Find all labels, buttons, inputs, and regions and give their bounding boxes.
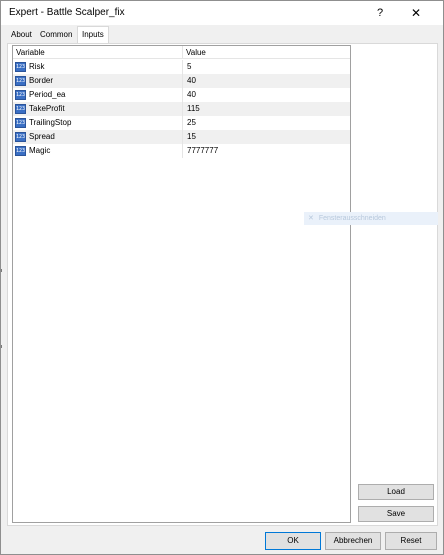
variable-type-icon: 123 (15, 90, 26, 100)
table-row[interactable]: 123 Risk 5 (13, 60, 350, 74)
variable-name: Border (29, 76, 54, 85)
edge-divider (1, 345, 2, 348)
variable-type-icon: 123 (15, 76, 26, 86)
variable-name: Risk (29, 62, 45, 71)
inputs-tab-panel: Variable Value 123 Risk 5 123 Border 40 (7, 43, 438, 526)
variable-cell: 123 TakeProfit (13, 102, 183, 116)
variable-type-icon: 123 (15, 118, 26, 128)
tab-common[interactable]: Common (36, 28, 76, 43)
variable-value[interactable]: 25 (187, 116, 196, 130)
tab-about[interactable]: About (7, 28, 36, 43)
title-bar[interactable]: Expert - Battle Scalper_fix ? ✕ (1, 1, 443, 25)
help-button[interactable]: ? (365, 1, 395, 25)
ghost-tooltip-text: Fensterausschneiden (318, 215, 386, 222)
variable-cell: 123 Risk (13, 60, 183, 74)
variable-name: Spread (29, 132, 55, 141)
table-row[interactable]: 123 TrailingStop 25 (13, 116, 350, 130)
close-icon: ✕ (308, 215, 314, 222)
close-button[interactable]: ✕ (401, 1, 431, 25)
variable-value[interactable]: 115 (187, 102, 200, 116)
tab-strip: About Common Inputs (7, 26, 437, 43)
tab-inputs[interactable]: Inputs (77, 26, 109, 43)
table-row[interactable]: 123 Border 40 (13, 74, 350, 88)
variable-value[interactable]: 5 (187, 60, 191, 74)
inputs-table: Variable Value 123 Risk 5 123 Border 40 (12, 45, 351, 523)
variable-value[interactable]: 40 (187, 88, 196, 102)
ok-button[interactable]: OK (265, 532, 321, 550)
expert-dialog: Expert - Battle Scalper_fix ? ✕ About Co… (0, 0, 444, 555)
table-header: Variable Value (13, 46, 350, 59)
cancel-button[interactable]: Abbrechen (325, 532, 381, 550)
variable-value[interactable]: 40 (187, 74, 196, 88)
variable-name: Magic (29, 146, 51, 155)
variable-value[interactable]: 7777777 (187, 144, 218, 158)
table-row[interactable]: 123 TakeProfit 115 (13, 102, 350, 116)
variable-name: TakeProfit (29, 104, 65, 113)
edge-divider (1, 269, 2, 272)
variable-cell: 123 TrailingStop (13, 116, 183, 130)
variable-type-icon: 123 (15, 62, 26, 72)
variable-name: TrailingStop (29, 118, 72, 127)
table-row[interactable]: 123 Spread 15 (13, 130, 350, 144)
window-title: Expert - Battle Scalper_fix (9, 7, 125, 18)
load-button[interactable]: Load (358, 484, 434, 500)
variable-type-icon: 123 (15, 132, 26, 142)
variable-cell: 123 Period_ea (13, 88, 183, 102)
variable-name: Period_ea (29, 90, 66, 99)
variable-type-icon: 123 (15, 146, 26, 156)
table-row[interactable]: 123 Period_ea 40 (13, 88, 350, 102)
table-row[interactable]: 123 Magic 7777777 (13, 144, 350, 158)
column-header-value[interactable]: Value (183, 46, 350, 59)
variable-cell: 123 Magic (13, 144, 183, 158)
save-button[interactable]: Save (358, 506, 434, 522)
variable-cell: 123 Border (13, 74, 183, 88)
variable-type-icon: 123 (15, 104, 26, 114)
variable-cell: 123 Spread (13, 130, 183, 144)
reset-button[interactable]: Reset (385, 532, 437, 550)
column-header-variable[interactable]: Variable (13, 46, 183, 59)
ghost-tooltip: ✕ Fensterausschneiden (304, 212, 438, 225)
variable-value[interactable]: 15 (187, 130, 196, 144)
